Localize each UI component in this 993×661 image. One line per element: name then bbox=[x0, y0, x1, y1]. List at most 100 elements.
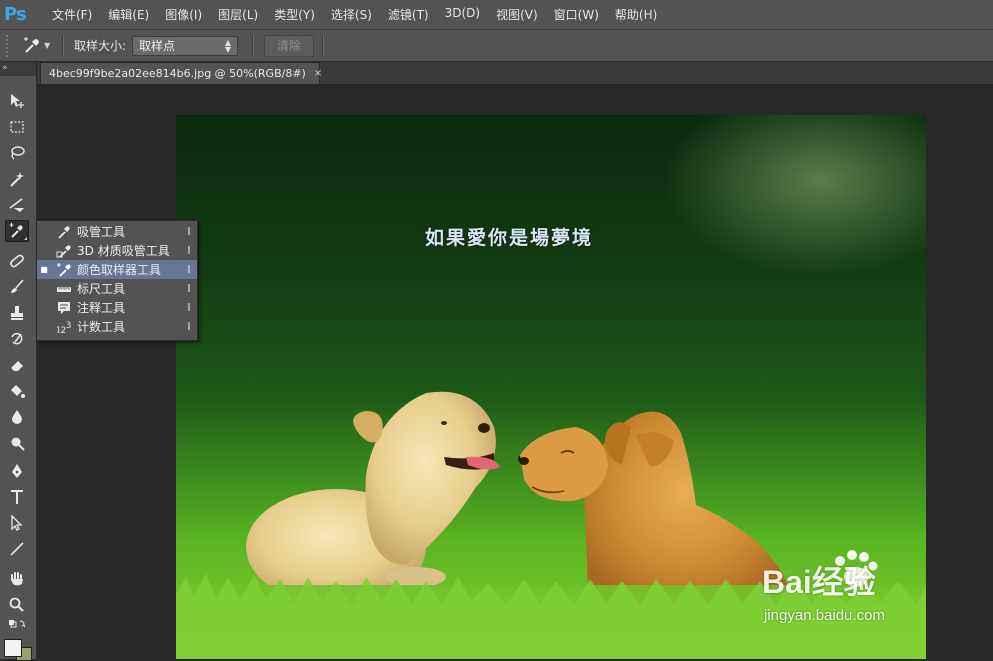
cream-puppy bbox=[246, 391, 500, 605]
crop-tool[interactable] bbox=[5, 194, 29, 216]
watermark-brand: Bai经验 bbox=[762, 564, 876, 600]
eyedropper-icon bbox=[58, 225, 70, 239]
count-icon: 1 2 3 bbox=[56, 320, 72, 334]
watermark-url: jingyan.baidu.com bbox=[764, 607, 885, 624]
type-icon bbox=[11, 490, 23, 504]
clear-button[interactable]: 清除 bbox=[264, 34, 315, 57]
blur-tool[interactable] bbox=[5, 406, 29, 428]
document-tab[interactable]: 4bec99f9be2a02ee814b6.jpg @ 50%(RGB/8#) … bbox=[40, 62, 322, 84]
flyout-item-label: 3D 材质吸管工具 bbox=[77, 244, 170, 258]
menu-edit[interactable]: 编辑(E) bbox=[100, 6, 157, 23]
menu-help[interactable]: 帮助(H) bbox=[607, 6, 665, 23]
divider bbox=[252, 34, 255, 57]
default-colors-tool[interactable] bbox=[5, 618, 29, 632]
menu-file[interactable]: 文件(F) bbox=[44, 6, 100, 23]
chevron-down-icon: ▼ bbox=[44, 41, 51, 50]
flyout-item-label: 计数工具 bbox=[77, 320, 126, 334]
magic-wand-tool[interactable] bbox=[5, 168, 29, 190]
lasso-tool[interactable] bbox=[5, 142, 29, 164]
magic-wand-icon bbox=[10, 172, 24, 187]
marquee-tool[interactable] bbox=[5, 116, 29, 138]
brush-icon bbox=[11, 279, 24, 293]
flyout-item-3d-material-eyedropper[interactable]: 3D 材质吸管工具 I bbox=[37, 241, 197, 260]
tool-preset-picker[interactable]: ▼ bbox=[22, 36, 54, 56]
flyout-item-color-sampler[interactable]: ■ 颜色取样器工具 I bbox=[37, 260, 197, 279]
note-icon bbox=[58, 301, 70, 314]
pen-tool[interactable] bbox=[5, 460, 29, 482]
brush-tool[interactable] bbox=[5, 276, 29, 298]
clone-stamp-tool[interactable] bbox=[5, 302, 29, 324]
ruler-icon bbox=[57, 286, 71, 292]
bandage-icon bbox=[10, 254, 24, 268]
flyout-item-shortcut: I bbox=[187, 244, 191, 257]
menu-filter[interactable]: 滤镜(T) bbox=[380, 6, 437, 23]
flyout-indicator bbox=[24, 237, 27, 240]
flyout-item-label: 吸管工具 bbox=[77, 225, 126, 239]
flyout-item-count[interactable]: 1 2 3 计数工具 I bbox=[37, 317, 197, 336]
eyedropper-tool[interactable] bbox=[5, 220, 29, 242]
flyout-item-ruler[interactable]: 标尺工具 I bbox=[37, 279, 197, 298]
zoom-tool[interactable] bbox=[5, 594, 29, 616]
toolbar-collapse-handle[interactable]: » bbox=[0, 62, 36, 76]
hand-icon bbox=[11, 572, 23, 586]
type-tool[interactable] bbox=[5, 486, 29, 508]
menu-window[interactable]: 窗口(W) bbox=[546, 6, 607, 23]
material-eyedropper-icon bbox=[56, 244, 71, 258]
menu-view[interactable]: 视图(V) bbox=[488, 6, 546, 23]
stamp-icon bbox=[11, 306, 23, 320]
drop-icon bbox=[12, 410, 22, 424]
menu-type[interactable]: 类型(Y) bbox=[266, 6, 323, 23]
options-bar: ▼ 取样大小: 取样点 ▲ ▼ 清除 bbox=[0, 30, 993, 62]
flyout-item-shortcut: I bbox=[187, 301, 191, 314]
selected-indicator: ■ bbox=[40, 265, 48, 274]
history-brush-tool[interactable] bbox=[5, 328, 29, 350]
line-icon bbox=[10, 542, 24, 556]
app-logo: Ps bbox=[4, 4, 27, 25]
color-swatches bbox=[2, 635, 34, 661]
close-icon[interactable]: × bbox=[314, 68, 322, 79]
updown-arrows-icon: ▲ ▼ bbox=[224, 37, 232, 54]
menu-3d[interactable]: 3D(D) bbox=[437, 6, 488, 23]
sample-size-label: 取样大小: bbox=[74, 39, 127, 53]
path-selection-tool[interactable] bbox=[5, 512, 29, 534]
flyout-item-label: 颜色取样器工具 bbox=[77, 263, 162, 277]
dodge-icon bbox=[11, 437, 25, 451]
dodge-tool[interactable] bbox=[5, 432, 29, 454]
options-grip[interactable] bbox=[6, 34, 14, 57]
flyout-item-eyedropper[interactable]: 吸管工具 I bbox=[37, 222, 197, 241]
canvas-caption-text: 如果愛你是場夢境 bbox=[425, 227, 594, 249]
flyout-item-shortcut: I bbox=[187, 225, 191, 238]
menu-items: 文件(F) 编辑(E) 图像(I) 图层(L) 类型(Y) 选择(S) 滤镜(T… bbox=[44, 6, 665, 23]
paint-bucket-icon bbox=[11, 385, 25, 398]
document-canvas[interactable]: 如果愛你是場夢境 Bai经验 jingyan.baidu.com bbox=[176, 115, 926, 659]
flyout-item-shortcut: I bbox=[187, 320, 191, 333]
svg-text:3: 3 bbox=[66, 320, 72, 330]
move-icon bbox=[11, 94, 24, 108]
foreground-color-swatch[interactable] bbox=[4, 639, 22, 657]
zoom-icon bbox=[9, 597, 24, 612]
document-tab-title: 4bec99f9be2a02ee814b6.jpg @ 50%(RGB/8#) bbox=[49, 67, 306, 80]
slice-icon bbox=[9, 198, 24, 212]
eraser-icon bbox=[11, 361, 23, 371]
move-tool[interactable] bbox=[5, 90, 29, 112]
sample-size-select[interactable]: 取样点 ▲ ▼ bbox=[132, 35, 239, 56]
hand-tool[interactable] bbox=[5, 568, 29, 590]
menu-image[interactable]: 图像(I) bbox=[157, 6, 210, 23]
flyout-item-shortcut: I bbox=[187, 282, 191, 295]
document-tab-bar: 4bec99f9be2a02ee814b6.jpg @ 50%(RGB/8#) … bbox=[37, 62, 993, 84]
divider bbox=[322, 34, 325, 57]
paint-bucket-tool[interactable] bbox=[5, 380, 29, 402]
history-brush-icon bbox=[11, 332, 23, 345]
rect-marquee-icon bbox=[10, 121, 24, 133]
menu-bar: Ps 文件(F) 编辑(E) 图像(I) 图层(L) 类型(Y) 选择(S) 滤… bbox=[0, 0, 993, 30]
flyout-item-note[interactable]: 注释工具 I bbox=[37, 298, 197, 317]
menu-layer[interactable]: 图层(L) bbox=[210, 6, 266, 23]
flyout-item-label: 注释工具 bbox=[77, 301, 126, 315]
path-select-icon bbox=[11, 514, 23, 531]
menu-select[interactable]: 选择(S) bbox=[323, 6, 380, 23]
eraser-tool[interactable] bbox=[5, 354, 29, 376]
line-tool[interactable] bbox=[5, 538, 29, 560]
healing-brush-tool[interactable] bbox=[5, 250, 29, 272]
sample-size-value: 取样点 bbox=[139, 39, 176, 53]
flyout-item-label: 标尺工具 bbox=[77, 282, 126, 296]
